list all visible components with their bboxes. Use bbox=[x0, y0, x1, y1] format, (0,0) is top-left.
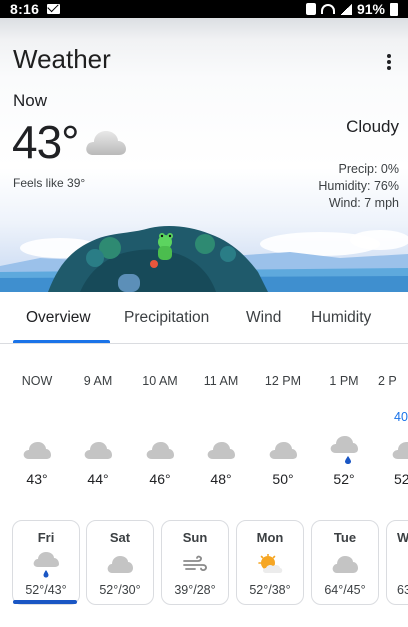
humidity-detail: Humidity: 76% bbox=[318, 179, 399, 193]
status-time: 8:16 bbox=[10, 1, 40, 17]
wind-icon bbox=[183, 555, 207, 572]
temp-range: 52°/38° bbox=[249, 583, 291, 597]
active-tab-indicator bbox=[13, 340, 110, 343]
cloud-icon bbox=[23, 442, 51, 459]
hour-temperature: 52° bbox=[333, 471, 355, 487]
cloud-icon bbox=[107, 556, 133, 573]
day-card-tue[interactable]: Tue 64°/45° bbox=[311, 520, 379, 605]
cloud-icon bbox=[84, 442, 112, 459]
day-label: Sat bbox=[109, 530, 131, 545]
hour-temperature: 46° bbox=[149, 471, 171, 487]
more-options-icon[interactable] bbox=[387, 54, 391, 70]
hour-label: 9 AM bbox=[83, 374, 113, 388]
tab-overview[interactable]: Overview bbox=[26, 309, 91, 327]
rain-cloud-icon bbox=[33, 552, 59, 578]
status-bar: 8:16 91% bbox=[0, 0, 408, 18]
battery-icon bbox=[390, 2, 398, 16]
temp-range: 63 bbox=[397, 583, 408, 597]
hour-temperature: 50° bbox=[272, 471, 294, 487]
cloud-icon bbox=[146, 442, 174, 459]
hour-temperature: 44° bbox=[87, 471, 109, 487]
wifi-icon bbox=[320, 4, 335, 14]
current-temperature: 43° bbox=[12, 116, 80, 168]
hour-label: 1 PM bbox=[329, 374, 359, 388]
landscape-illustration bbox=[0, 226, 408, 292]
cloud-icon bbox=[207, 442, 235, 459]
day-label: Mon bbox=[256, 530, 284, 545]
day-card-sat[interactable]: Sat 52°/30° bbox=[86, 520, 154, 605]
hour-label: NOW bbox=[21, 374, 53, 388]
precip-detail: Precip: 0% bbox=[338, 162, 399, 176]
signal-icon bbox=[339, 3, 352, 15]
day-label: Sun bbox=[182, 530, 208, 545]
day-label: Fri bbox=[37, 530, 55, 545]
hour-temperature: 43° bbox=[26, 471, 48, 487]
rain-cloud-icon bbox=[330, 436, 358, 464]
feels-like: Feels like 39° bbox=[13, 176, 86, 190]
cloud-icon bbox=[332, 556, 358, 573]
now-label: Now bbox=[13, 91, 48, 110]
cloud-icon bbox=[392, 442, 408, 459]
temp-range: 39°/28° bbox=[174, 583, 216, 597]
temp-range: 64°/45° bbox=[324, 583, 366, 597]
hour-label: 2 P bbox=[378, 374, 397, 388]
day-label: Tue bbox=[333, 530, 357, 545]
partly-sunny-icon bbox=[258, 554, 283, 573]
day-label: W bbox=[397, 530, 408, 545]
tab-bar: Overview Precipitation Wind Humidity bbox=[0, 292, 408, 344]
tab-humidity[interactable]: Humidity bbox=[311, 309, 371, 327]
tab-wind[interactable]: Wind bbox=[246, 309, 281, 327]
hour-label: 10 AM bbox=[142, 374, 178, 388]
hour-label: 12 PM bbox=[264, 374, 302, 388]
battery-percent: 91% bbox=[356, 1, 385, 17]
status-icons: 91% bbox=[305, 1, 398, 17]
hour-temperature: 48° bbox=[210, 471, 232, 487]
weather-screen: { "status_bar": { "time": "8:16", "batte… bbox=[0, 0, 408, 627]
day-card-wed[interactable]: W 63 bbox=[386, 520, 408, 605]
cloud-icon bbox=[269, 442, 297, 459]
temp-range: 52°/43° bbox=[25, 583, 67, 597]
day-card-fri[interactable]: Fri 52°/43° bbox=[12, 520, 80, 605]
hour-label: 11 AM bbox=[203, 374, 239, 388]
temp-range: 52°/30° bbox=[99, 583, 141, 597]
sim-icon bbox=[305, 3, 316, 15]
cloud-icon bbox=[86, 131, 126, 155]
day-card-sun[interactable]: Sun 39°/28° bbox=[161, 520, 229, 605]
condition-label: Cloudy bbox=[346, 117, 399, 136]
selected-day-indicator bbox=[13, 600, 77, 604]
day-card-mon[interactable]: Mon 52°/38° bbox=[236, 520, 304, 605]
page-title: Weather bbox=[13, 44, 111, 74]
hour-temperature: 52 bbox=[394, 471, 408, 487]
precip-chance: 40 bbox=[394, 410, 408, 424]
email-notification-icon bbox=[47, 4, 61, 14]
tab-precipitation[interactable]: Precipitation bbox=[124, 309, 209, 327]
